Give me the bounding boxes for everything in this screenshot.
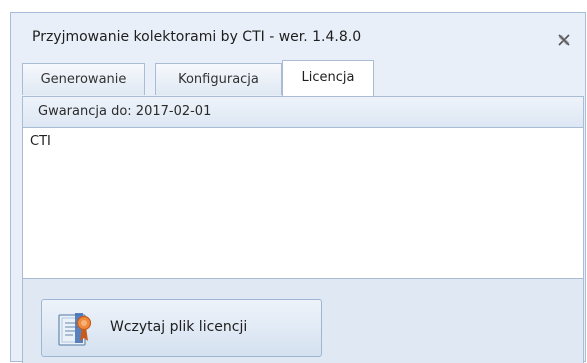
certificate-icon [57, 309, 97, 349]
license-panel: Gwarancja do: 2017-02-01 CTI Wczytaj pli… [22, 96, 584, 363]
button-area: Wczytaj plik licencji [23, 279, 583, 363]
load-license-label: Wczytaj plik licencji [110, 319, 248, 335]
tab-strip: Generowanie Konfiguracja Licencja [22, 60, 582, 96]
warranty-label: Gwarancja do: 2017-02-01 [38, 104, 212, 119]
title-bar: Przyjmowanie kolektorami by CTI - wer. 1… [11, 13, 585, 60]
dialog-window: Przyjmowanie kolektorami by CTI - wer. 1… [10, 12, 586, 363]
load-license-button[interactable]: Wczytaj plik licencji [41, 299, 322, 357]
tab-generowanie[interactable]: Generowanie [22, 63, 145, 95]
tab-licencja[interactable]: Licencja [282, 60, 374, 96]
license-text-area[interactable]: CTI [23, 128, 583, 279]
warranty-bar: Gwarancja do: 2017-02-01 [23, 97, 583, 128]
close-icon[interactable] [557, 32, 571, 46]
license-text: CTI [30, 134, 51, 149]
window-title: Przyjmowanie kolektorami by CTI - wer. 1… [32, 29, 362, 45]
tab-konfiguracja[interactable]: Konfiguracja [155, 63, 282, 95]
